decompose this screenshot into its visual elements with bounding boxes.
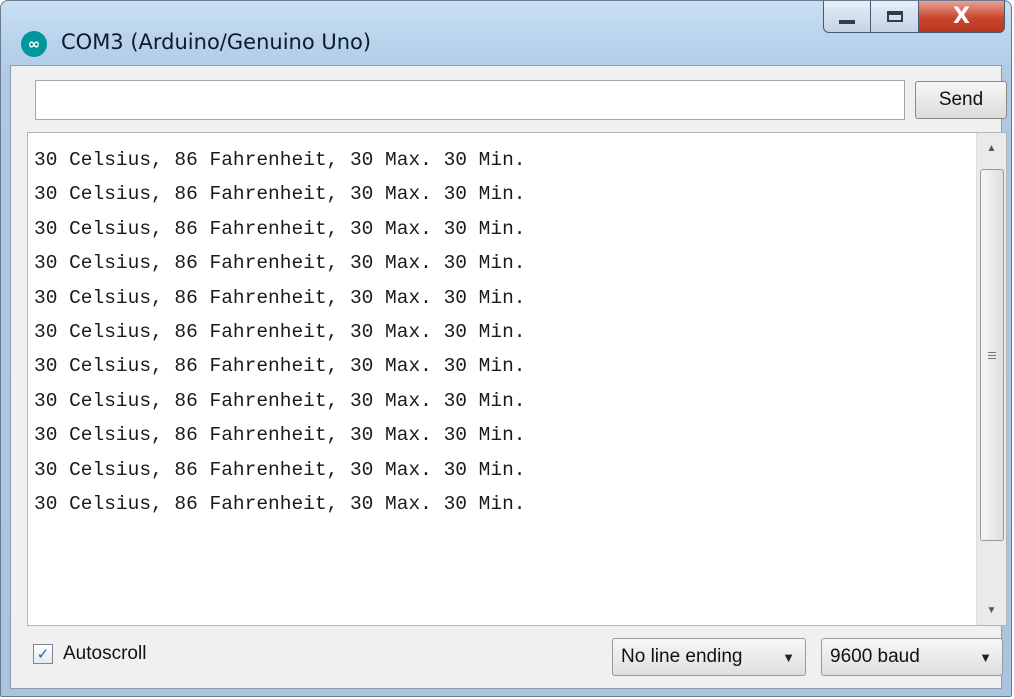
output-line: 30 Celsius, 86 Fahrenheit, 30 Max. 30 Mi… — [34, 183, 526, 206]
output-line: 30 Celsius, 86 Fahrenheit, 30 Max. 30 Mi… — [34, 355, 526, 378]
output-line: 30 Celsius, 86 Fahrenheit, 30 Max. 30 Mi… — [34, 321, 526, 344]
autoscroll-toggle[interactable]: ✓ Autoscroll — [33, 643, 146, 665]
chevron-down-icon: ▼ — [782, 649, 795, 665]
minimize-icon — [839, 19, 855, 24]
line-ending-value: No line ending — [621, 646, 743, 667]
output-line: 30 Celsius, 86 Fahrenheit, 30 Max. 30 Mi… — [34, 217, 526, 240]
output-line: 30 Celsius, 86 Fahrenheit, 30 Max. 30 Mi… — [34, 389, 526, 412]
baud-rate-select[interactable]: 9600 baud ▼ — [821, 638, 1003, 676]
monitor-client-area: Send 30 Celsius, 86 Fahrenheit, 30 Max. … — [10, 65, 1007, 689]
output-line: 30 Celsius, 86 Fahrenheit, 30 Max. 30 Mi… — [34, 149, 526, 171]
grip-icon — [988, 351, 996, 359]
baud-rate-value: 9600 baud — [830, 646, 920, 667]
arrow-up-icon: ▲ — [986, 142, 997, 154]
arrow-down-icon: ▼ — [986, 604, 997, 616]
output-line: 30 Celsius, 86 Fahrenheit, 30 Max. 30 Mi… — [34, 286, 526, 309]
autoscroll-checkbox[interactable]: ✓ — [33, 644, 53, 664]
arduino-logo-icon: ∞ — [21, 31, 47, 57]
scroll-thumb[interactable] — [980, 169, 1004, 541]
close-button[interactable]: X — [919, 1, 1005, 33]
output-lines: 30 Celsius, 86 Fahrenheit, 30 Max. 30 Mi… — [34, 143, 972, 521]
maximize-button[interactable] — [871, 1, 919, 33]
autoscroll-label: Autoscroll — [63, 643, 147, 664]
caption-buttons: X — [823, 1, 1005, 35]
minimize-button[interactable] — [823, 1, 871, 33]
output-line: 30 Celsius, 86 Fahrenheit, 30 Max. 30 Mi… — [34, 424, 526, 447]
send-row: Send — [11, 66, 1007, 132]
footer-bar: ✓ Autoscroll No line ending ▼ 9600 baud … — [11, 626, 1003, 688]
maximize-icon — [886, 11, 903, 22]
window-title: COM3 (Arduino/Genuino Uno) — [61, 30, 372, 54]
serial-input[interactable] — [35, 80, 905, 120]
serial-monitor-window: ∞ COM3 (Arduino/Genuino Uno) X Send 30 C… — [0, 0, 1012, 697]
scroll-down-button[interactable]: ▼ — [977, 595, 1006, 625]
output-line: 30 Celsius, 86 Fahrenheit, 30 Max. 30 Mi… — [34, 493, 526, 516]
output-line: 30 Celsius, 86 Fahrenheit, 30 Max. 30 Mi… — [34, 458, 526, 481]
scroll-up-button[interactable]: ▲ — [977, 133, 1006, 163]
line-ending-select[interactable]: No line ending ▼ — [612, 638, 806, 676]
output-line: 30 Celsius, 86 Fahrenheit, 30 Max. 30 Mi… — [34, 252, 526, 275]
chevron-down-icon: ▼ — [979, 649, 992, 665]
serial-output[interactable]: 30 Celsius, 86 Fahrenheit, 30 Max. 30 Mi… — [27, 132, 1007, 626]
vertical-scrollbar[interactable]: ▲ ▼ — [976, 133, 1006, 625]
title-bar[interactable]: ∞ COM3 (Arduino/Genuino Uno) X — [1, 1, 1011, 65]
send-button[interactable]: Send — [915, 81, 1007, 119]
close-icon: X — [953, 3, 970, 29]
